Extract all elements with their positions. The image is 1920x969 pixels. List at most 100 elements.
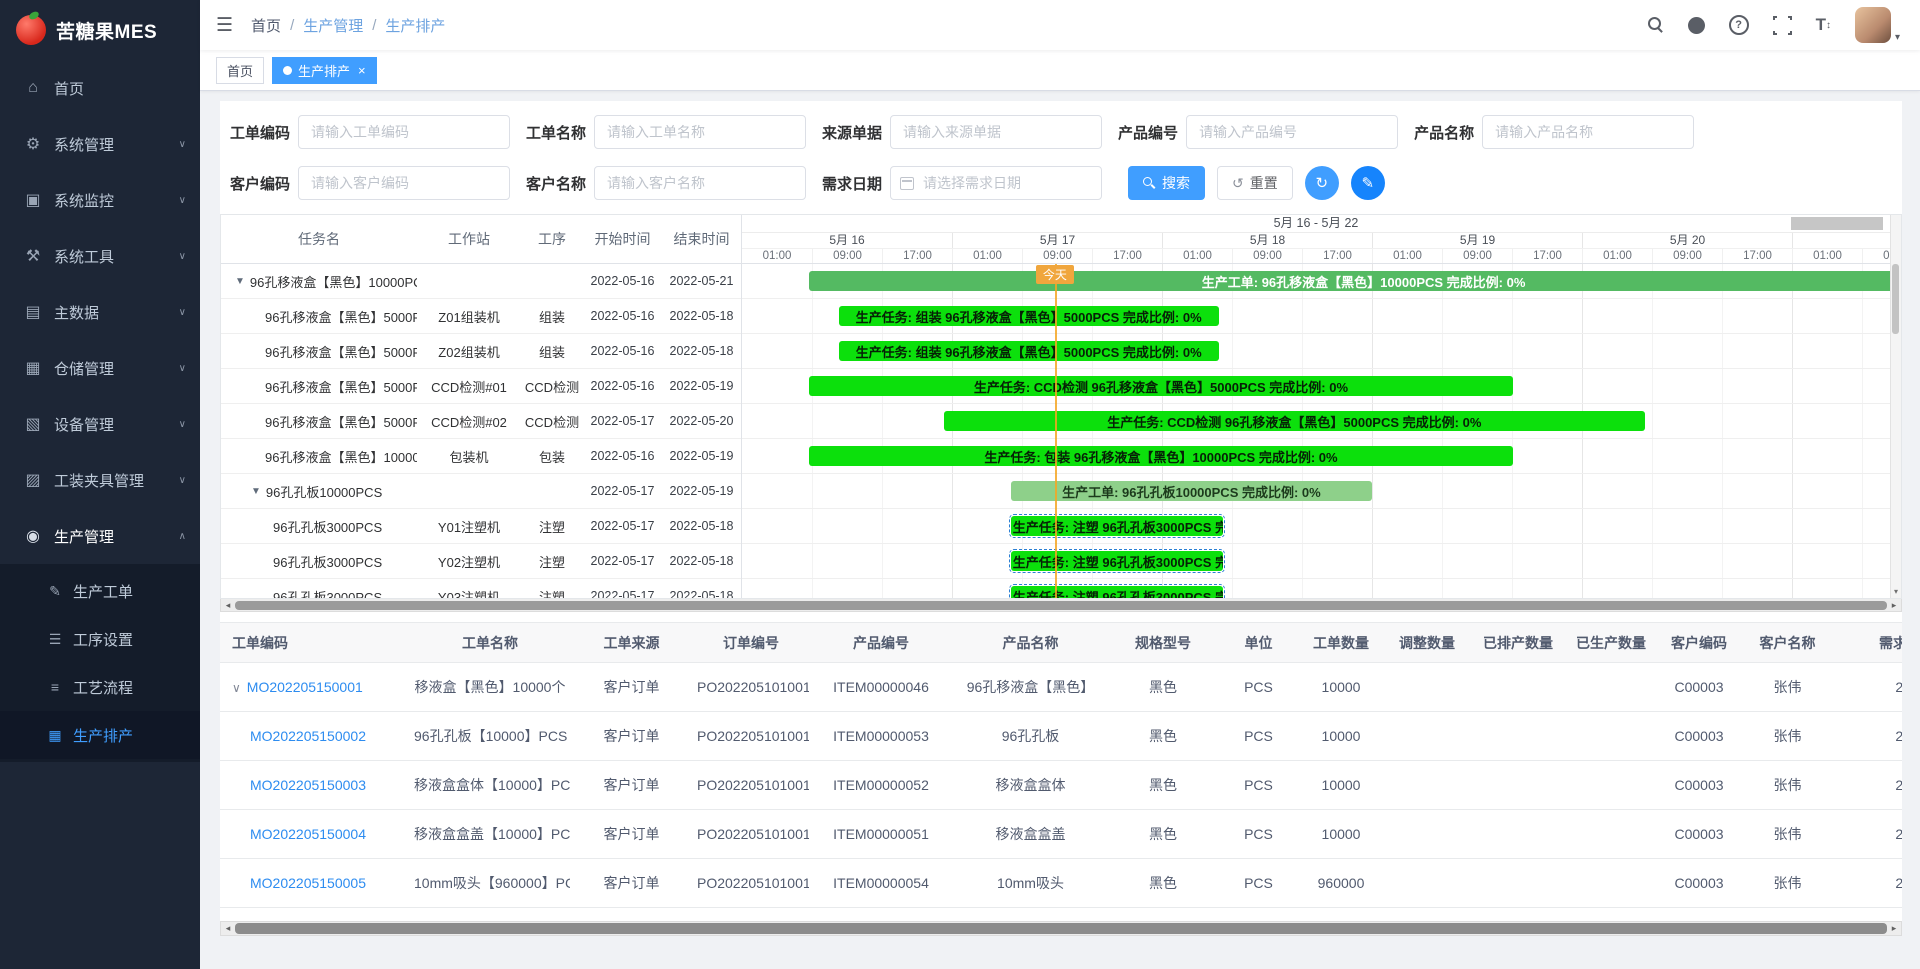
question-icon[interactable]: ? [1729,15,1749,35]
gantt-day-label: 5月 17 [952,233,1162,248]
github-icon[interactable] [1688,15,1705,35]
sidebar-submenu: ✎生产工单☰工序设置≡工艺流程▦生产排产 [0,564,200,762]
gantt-end-cell: 2022-05-19 [662,449,741,463]
text-input[interactable] [594,166,806,200]
breadcrumb: 首页/生产管理/生产排产 [251,15,445,36]
gantt-task-bar[interactable]: 生产任务: 注塑 96孔孔板3000PCS 完成 [1011,551,1223,571]
timeline-mini-scrollbar[interactable] [1791,217,1883,230]
gantt-task-row[interactable]: ▼96孔移液盒【黑色】10000PCS2022-05-162022-05-21 [221,264,741,299]
chevron-down-icon[interactable]: ∨ [232,681,241,695]
search-icon[interactable] [1648,15,1664,35]
sidebar-subitem-0[interactable]: ✎生产工单 [0,567,200,615]
orders-column-header: 客户编码 [1657,623,1741,663]
text-input[interactable] [594,115,806,149]
close-icon[interactable]: × [358,63,366,78]
gantt-day-label: 5月 20 [1582,233,1792,248]
filter-label: 产品名称 [1414,122,1474,143]
gantt-task-bar[interactable]: 生产任务: 注塑 96孔孔板3000PCS 完成 [1011,516,1223,536]
orders-cell: 张伟 [1741,712,1834,761]
tab-1[interactable]: 生产排产× [272,57,377,84]
gantt-horizontal-scrollbar[interactable]: ◂ ▸ [220,599,1902,612]
orders-cell [1565,859,1657,908]
scroll-right-icon[interactable]: ▸ [1888,923,1900,934]
workorder-code-link[interactable]: MO202205150001 [247,679,363,695]
reset-button[interactable]: ↺重置 [1217,166,1293,200]
scroll-down-icon[interactable]: ▾ [1891,586,1901,598]
scrollbar-thumb[interactable] [1892,264,1899,334]
workorder-code-link[interactable]: MO202205150003 [250,777,366,793]
gantt-task-row[interactable]: 96孔孔板3000PCSY01注塑机注塑2022-05-172022-05-18 [221,509,741,544]
gantt-task-row[interactable]: 96孔移液盒【黑色】10000PCS包装机包装2022-05-162022-05… [221,439,741,474]
avatar[interactable] [1855,7,1891,43]
gantt-task-row[interactable]: 96孔移液盒【黑色】5000PCSCCD检测#01CCD检测2022-05-16… [221,369,741,404]
tab-0[interactable]: 首页 [216,57,264,84]
sidebar-item-0[interactable]: ⌂首页 [0,60,200,116]
text-input[interactable] [298,166,510,200]
sidebar-item-8[interactable]: ◉生产管理∧ [0,508,200,564]
workorder-code-link[interactable]: MO202205150002 [250,728,366,744]
scroll-left-icon[interactable]: ◂ [222,600,234,611]
text-input[interactable] [1482,115,1694,149]
orders-cell [1383,712,1471,761]
orders-cell: 张伟 [1741,859,1834,908]
text-input[interactable] [890,115,1102,149]
gantt-hour-label: 17:00 [1302,249,1372,264]
breadcrumb-item-2[interactable]: 生产排产 [385,15,445,36]
date-input[interactable] [890,166,1102,200]
gantt-task-bar[interactable]: 生产任务: CCD检测 96孔移液盒【黑色】5000PCS 完成比例: 0% [944,411,1645,431]
sidebar-item-2[interactable]: ▣系统监控∨ [0,172,200,228]
orders-cell: PO202205101001 [693,761,809,810]
gantt-workorder-bar[interactable]: 生产工单: 96孔移液盒【黑色】10000PCS 完成比例: 0% [809,271,1890,291]
table-horizontal-scrollbar[interactable]: ◂ ▸ [220,921,1902,936]
chevron-down-icon: ∨ [179,363,186,374]
scroll-left-icon[interactable]: ◂ [222,923,234,934]
workorder-code-link[interactable]: MO202205150004 [250,826,366,842]
edit-button[interactable]: ✎ [1351,166,1385,200]
scroll-right-icon[interactable]: ▸ [1888,600,1900,611]
hamburger-icon[interactable]: ☰ [216,14,233,37]
reset-icon: ↺ [1232,175,1244,192]
gantt-task-row[interactable]: 96孔移液盒【黑色】5000PCSCCD检测#02CCD检测2022-05-17… [221,404,741,439]
refresh-button[interactable]: ↻ [1305,166,1339,200]
scrollbar-thumb[interactable] [235,601,1887,610]
text-input[interactable] [1186,115,1398,149]
sidebar-item-5[interactable]: ▦仓储管理∨ [0,340,200,396]
sidebar-item-3[interactable]: ⚒系统工具∨ [0,228,200,284]
workorder-code-link[interactable]: MO202205150005 [250,875,366,891]
gantt-task-row[interactable]: 96孔移液盒【黑色】5000PCSZ01组装机组装2022-05-162022-… [221,299,741,334]
gantt-task-row[interactable]: ▼96孔孔板10000PCS2022-05-172022-05-19 [221,474,741,509]
scrollbar-thumb[interactable] [235,923,1887,934]
sidebar-subitem-3[interactable]: ▦生产排产 [0,711,200,759]
sidebar-item-4[interactable]: ▤主数据∨ [0,284,200,340]
chevron-down-icon: ∨ [179,307,186,318]
breadcrumb-item-1[interactable]: 生产管理 [303,15,363,36]
gantt-start-cell: 2022-05-16 [583,449,662,463]
fullscreen-icon[interactable] [1773,15,1792,35]
gantt-workorder-bar[interactable]: 生产工单: 96孔孔板10000PCS 完成比例: 0% [1011,481,1372,501]
orders-cell: C00003 [1657,810,1741,859]
gantt-vertical-scrollbar[interactable]: ▾ [1890,215,1901,598]
sidebar-item-7[interactable]: ▨工装夹具管理∨ [0,452,200,508]
gantt-task-row[interactable]: 96孔移液盒【黑色】5000PCSZ02组装机组装2022-05-162022-… [221,334,741,369]
gantt-task-bar[interactable]: 生产任务: CCD检测 96孔移液盒【黑色】5000PCS 完成比例: 0% [809,376,1513,396]
tree-expand-icon[interactable]: ▼ [251,486,261,497]
breadcrumb-item-0[interactable]: 首页 [251,15,281,36]
tree-expand-icon[interactable]: ▼ [235,276,245,287]
sidebar-item-6[interactable]: ▧设备管理∨ [0,396,200,452]
font-size-icon[interactable]: T [1816,15,1831,35]
filter-field-r1-4: 产品名称 [1414,115,1694,149]
gantt-task-row[interactable]: 96孔孔板3000PCSY03注塑机注塑2022-05-172022-05-18 [221,579,741,598]
text-input[interactable] [298,115,510,149]
sidebar-subitem-1[interactable]: ☰工序设置 [0,615,200,663]
search-button[interactable]: 搜索 [1128,166,1205,200]
filter-input-wrap [594,166,806,200]
user-menu[interactable]: ▾ [1855,7,1900,43]
gantt-task-bar[interactable]: 生产任务: 包装 96孔移液盒【黑色】10000PCS 完成比例: 0% [809,446,1513,466]
sidebar-subitem-2[interactable]: ≡工艺流程 [0,663,200,711]
gantt-task-bar[interactable]: 生产任务: 组装 96孔移液盒【黑色】5000PCS 完成比例: 0% [839,341,1219,361]
sidebar-item-1[interactable]: ⚙系统管理∨ [0,116,200,172]
gantt-task-bar[interactable]: 生产任务: 组装 96孔移液盒【黑色】5000PCS 完成比例: 0% [839,306,1219,326]
tab-bar: 首页生产排产× [200,50,1920,91]
gantt-task-row[interactable]: 96孔孔板3000PCSY02注塑机注塑2022-05-172022-05-18 [221,544,741,579]
gantt-task-bar[interactable]: 生产任务: 注塑 96孔孔板3000PCS 完成 [1011,586,1223,598]
